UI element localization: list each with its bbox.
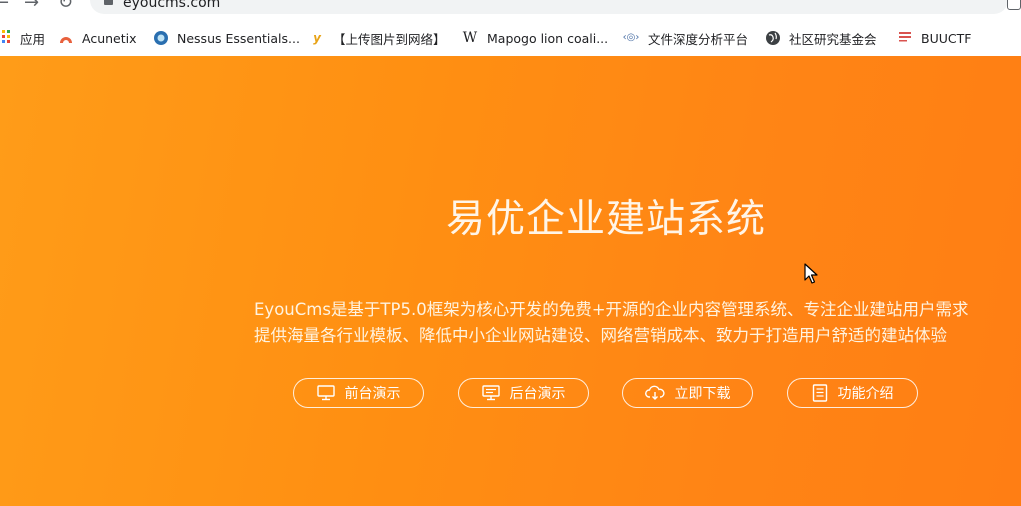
bookmark-label: 【上传图片到网络】 bbox=[333, 31, 446, 47]
bookmark-buuctf[interactable]: BUUCTF bbox=[897, 26, 971, 50]
hero-description-line: 提供海量各行业模板、降低中小企业网站建设、网络营销成本、致力于打造用户舒适的建站… bbox=[254, 326, 947, 345]
reload-icon[interactable]: ↻ bbox=[58, 0, 73, 12]
button-label: 立即下载 bbox=[674, 386, 731, 402]
hero-description-line: EyouCms是基于TP5.0框架为核心开发的免费+开源的企业内容管理系统、专注… bbox=[254, 300, 969, 319]
hero-description: EyouCms是基于TP5.0框架为核心开发的免费+开源的企业内容管理系统、专注… bbox=[254, 297, 974, 349]
button-label: 后台演示 bbox=[509, 386, 566, 402]
bookmarks-bar: 应用 Acunetix Nessus Essentials... y 【上传图片… bbox=[0, 26, 1021, 50]
extension-icon[interactable] bbox=[1007, 0, 1021, 10]
frontend-demo-button[interactable]: 前台演示 bbox=[293, 378, 424, 408]
address-bar-row: ← → ↻ eyoucms.com bbox=[0, 0, 1021, 18]
button-label: 前台演示 bbox=[344, 386, 401, 402]
bookmark-apps[interactable]: 应用 bbox=[0, 26, 45, 50]
bookmark-label: Nessus Essentials... bbox=[177, 30, 300, 46]
hero-banner: 易优企业建站系统 EyouCms是基于TP5.0框架为核心开发的免费+开源的企业… bbox=[0, 56, 1021, 506]
cloud-download-icon bbox=[644, 385, 665, 400]
bookmark-file-analysis[interactable]: ‹◎› 文件深度分析平台 bbox=[622, 26, 748, 50]
document-list-icon bbox=[812, 384, 827, 402]
nessus-icon bbox=[153, 30, 169, 46]
url-text[interactable]: eyoucms.com bbox=[123, 0, 220, 11]
monitor-icon bbox=[316, 385, 335, 401]
bookmark-label: Mapogo lion coali... bbox=[487, 30, 609, 46]
bookmark-label: Acunetix bbox=[82, 30, 137, 46]
features-button[interactable]: 功能介绍 bbox=[787, 378, 918, 408]
bookmark-label: 应用 bbox=[20, 31, 46, 47]
admin-screen-icon bbox=[481, 385, 500, 401]
address-bar[interactable]: eyoucms.com bbox=[90, 0, 1008, 14]
code-icon: ‹◎› bbox=[622, 32, 640, 43]
bookmark-label: 社区研究基金会 bbox=[789, 31, 877, 47]
mouse-cursor-icon bbox=[804, 263, 818, 284]
back-icon[interactable]: ← bbox=[0, 0, 9, 12]
backend-demo-button[interactable]: 后台演示 bbox=[458, 378, 589, 408]
bookmark-nessus[interactable]: Nessus Essentials... bbox=[153, 26, 300, 50]
button-label: 功能介绍 bbox=[837, 386, 894, 402]
download-now-button[interactable]: 立即下载 bbox=[622, 378, 753, 408]
browser-chrome: ← → ↻ eyoucms.com 应用 Acunetix Nessus Ess… bbox=[0, 0, 1021, 57]
flag-icon bbox=[897, 30, 913, 46]
bookmark-upload-image[interactable]: y 【上传图片到网络】 bbox=[309, 26, 446, 50]
globe-icon bbox=[765, 30, 781, 46]
bookmark-acunetix[interactable]: Acunetix bbox=[58, 26, 137, 50]
lock-icon bbox=[104, 0, 113, 5]
y-logo-icon: y bbox=[313, 31, 321, 45]
bookmark-label: 文件深度分析平台 bbox=[648, 31, 749, 47]
acunetix-icon bbox=[58, 30, 74, 46]
bookmark-label: BUUCTF bbox=[921, 30, 972, 46]
bookmark-community-fund[interactable]: 社区研究基金会 bbox=[765, 26, 877, 50]
forward-icon[interactable]: → bbox=[24, 0, 39, 12]
bookmark-mapogo[interactable]: W Mapogo lion coali... bbox=[462, 26, 608, 50]
wikipedia-icon: W bbox=[462, 30, 478, 46]
apps-grid-icon bbox=[0, 30, 12, 46]
hero-title: 易优企业建站系统 bbox=[445, 197, 766, 242]
